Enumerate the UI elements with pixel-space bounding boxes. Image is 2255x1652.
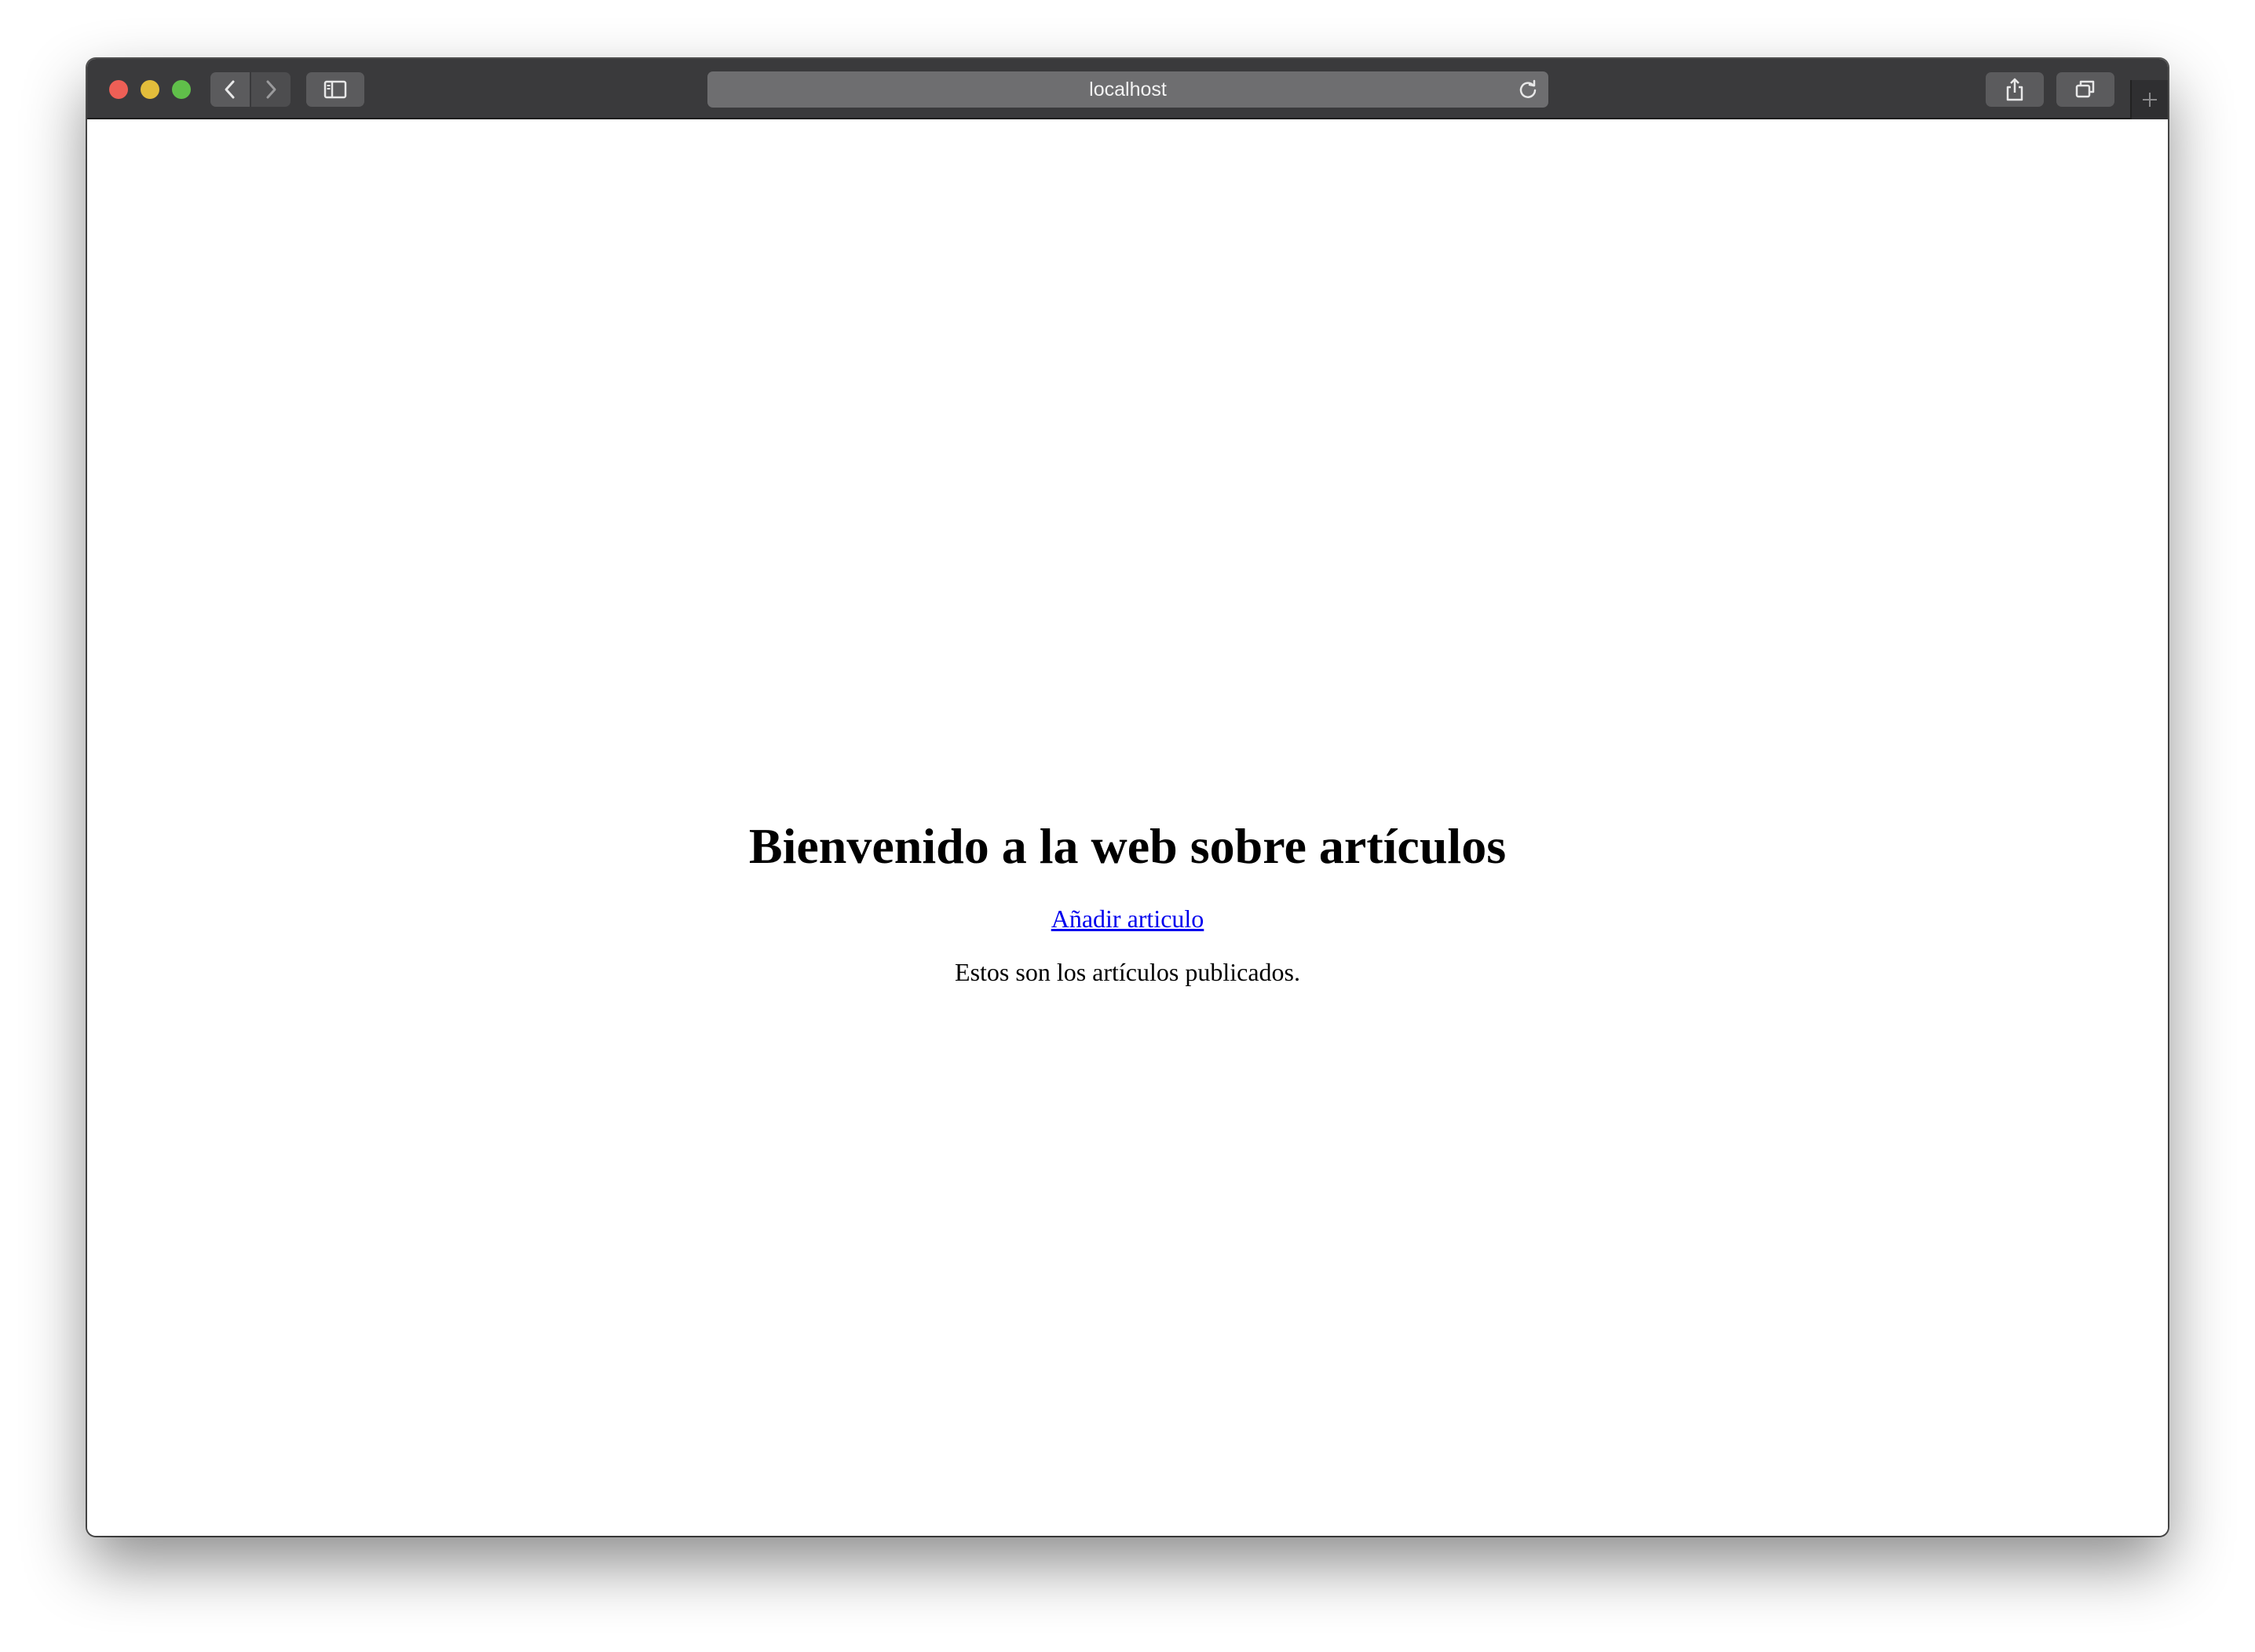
page-title: Bienvenido a la web sobre artículos: [748, 818, 1507, 874]
close-window-button[interactable]: [109, 80, 128, 99]
desktop: localhost Bienvenido a la web sobre artí…: [0, 0, 2255, 1652]
tabs-overview-icon: [2075, 80, 2095, 98]
browser-toolbar: localhost: [87, 59, 2168, 119]
share-button[interactable]: [1986, 72, 2044, 107]
chevron-right-icon: [266, 80, 276, 99]
new-tab-button[interactable]: [2130, 80, 2168, 119]
navigation-buttons: [210, 72, 291, 107]
add-article-link[interactable]: Añadir articulo: [1051, 905, 1204, 933]
sidebar-icon: [323, 80, 347, 99]
back-button[interactable]: [210, 72, 250, 107]
minimize-window-button[interactable]: [141, 80, 159, 99]
add-article-link-container: Añadir articulo: [87, 903, 2168, 934]
tab-overview-button[interactable]: [2056, 72, 2114, 107]
forward-button[interactable]: [251, 72, 291, 107]
chevron-left-icon: [225, 80, 235, 99]
address-text: localhost: [1089, 79, 1167, 101]
maximize-window-button[interactable]: [172, 80, 191, 99]
reload-icon[interactable]: [1517, 79, 1539, 101]
browser-window: localhost Bienvenido a la web sobre artí…: [87, 59, 2168, 1536]
published-articles-text: Estos son los artículos publicados.: [955, 958, 1300, 986]
sidebar-toggle-button[interactable]: [306, 72, 364, 107]
share-icon: [2006, 78, 2023, 101]
plus-icon: [2143, 93, 2157, 107]
address-bar[interactable]: localhost: [707, 71, 1548, 108]
page-content: Bienvenido a la web sobre artículos Añad…: [87, 119, 2168, 1536]
